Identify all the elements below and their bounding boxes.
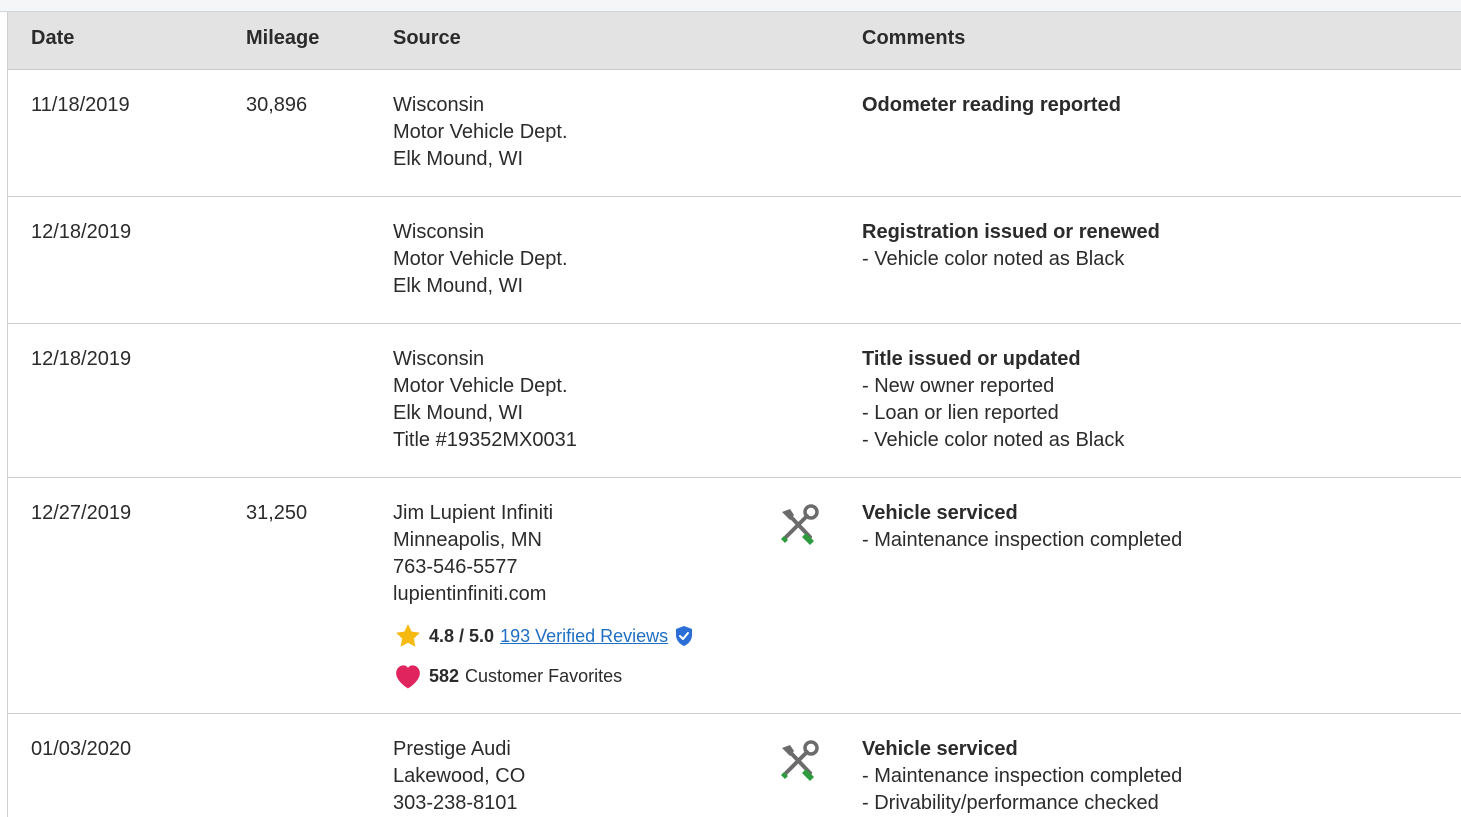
comment-line: - Vehicle color noted as Black [862,248,1125,270]
header-comments: Comments [862,27,966,49]
row-date: 12/18/2019 [31,348,132,370]
source-line: Prestige Audi [393,738,511,760]
row-date: 11/18/2019 [31,94,130,116]
row-comments: Vehicle serviced - Maintenance inspectio… [862,500,1452,554]
star-icon [393,622,423,650]
verified-shield-icon [674,625,694,647]
row-source: Wisconsin Motor Vehicle Dept. Elk Mound,… [393,219,773,300]
comment-line: - Maintenance inspection completed [862,765,1183,787]
row-comments: Registration issued or renewed - Vehicle… [862,219,1452,273]
header-source: Source [393,27,461,49]
header-date: Date [31,27,75,49]
source-line: Wisconsin [393,348,485,370]
source-line: Wisconsin [393,221,485,243]
comment-line: - Vehicle color noted as Black [862,429,1125,451]
comment-title: Odometer reading reported [862,94,1121,116]
table-row: 11/18/2019 30,896 Wisconsin Motor Vehicl… [8,70,1461,197]
source-line: 303-238-8101 [393,792,518,814]
comment-title: Registration issued or renewed [862,221,1160,243]
source-line: Wisconsin [393,94,485,116]
service-wrench-icon [776,503,820,547]
comment-title: Vehicle serviced [862,738,1018,760]
row-comments: Vehicle serviced - Maintenance inspectio… [862,736,1452,817]
comment-title: Title issued or updated [862,348,1081,370]
source-line: 763-546-5577 [393,556,518,578]
verified-reviews-link[interactable]: 193 Verified Reviews [500,625,668,647]
row-date: 01/03/2020 [31,738,132,760]
comment-line: - Loan or lien reported [862,402,1059,424]
comment-line: - Maintenance inspection completed [862,529,1183,551]
row-source: Jim Lupient Infiniti Minneapolis, MN 763… [393,500,773,690]
heart-icon [393,662,423,690]
table-header: Date Mileage Source Comments [8,12,1461,70]
source-line: lupientinfiniti.com [393,583,547,605]
table-row: 01/03/2020 Prestige Audi Lakewood, CO 30… [8,714,1461,817]
source-line: Elk Mound, WI [393,148,524,170]
rating-value: 4.8 / 5.0 [429,626,495,646]
comment-line: - Drivability/performance checked [862,792,1159,814]
source-line: Elk Mound, WI [393,402,524,424]
source-line: Lakewood, CO [393,765,526,787]
customer-favorites: 582 Customer Favorites [393,662,773,690]
table-row: 12/18/2019 Wisconsin Motor Vehicle Dept.… [8,197,1461,324]
row-source: Wisconsin Motor Vehicle Dept. Elk Mound,… [393,92,773,173]
source-line: Elk Mound, WI [393,275,524,297]
service-wrench-icon [776,739,820,783]
header-mileage: Mileage [246,27,320,49]
row-mileage: 30,896 [246,94,308,116]
favorites-count: 582 [429,666,460,686]
table-row: 12/27/2019 31,250 Jim Lupient Infiniti M… [8,478,1461,714]
table-row: 12/18/2019 Wisconsin Motor Vehicle Dept.… [8,324,1461,478]
row-comments: Odometer reading reported [862,92,1452,119]
favorites-label: Customer Favorites [465,666,623,686]
history-table: Date Mileage Source Comments 11/18/2019 … [7,12,1461,817]
source-line: Jim Lupient Infiniti [393,502,554,524]
comment-title: Vehicle serviced [862,502,1018,524]
comment-line: - New owner reported [862,375,1055,397]
row-date: 12/18/2019 [31,221,132,243]
dealer-rating: 4.8 / 5.0 193 Verified Reviews [393,622,773,650]
source-line: Minneapolis, MN [393,529,542,551]
row-date: 12/27/2019 [31,502,132,524]
vehicle-history-page: Date Mileage Source Comments 11/18/2019 … [0,0,1461,817]
row-comments: Title issued or updated - New owner repo… [862,346,1452,454]
top-strip [0,0,1461,12]
row-source: Wisconsin Motor Vehicle Dept. Elk Mound,… [393,346,773,454]
source-line: Motor Vehicle Dept. [393,248,568,270]
source-line: Title #19352MX0031 [393,429,577,451]
row-source: Prestige Audi Lakewood, CO 303-238-8101 [393,736,773,817]
source-line: Motor Vehicle Dept. [393,121,568,143]
source-line: Motor Vehicle Dept. [393,375,568,397]
row-mileage: 31,250 [246,502,308,524]
